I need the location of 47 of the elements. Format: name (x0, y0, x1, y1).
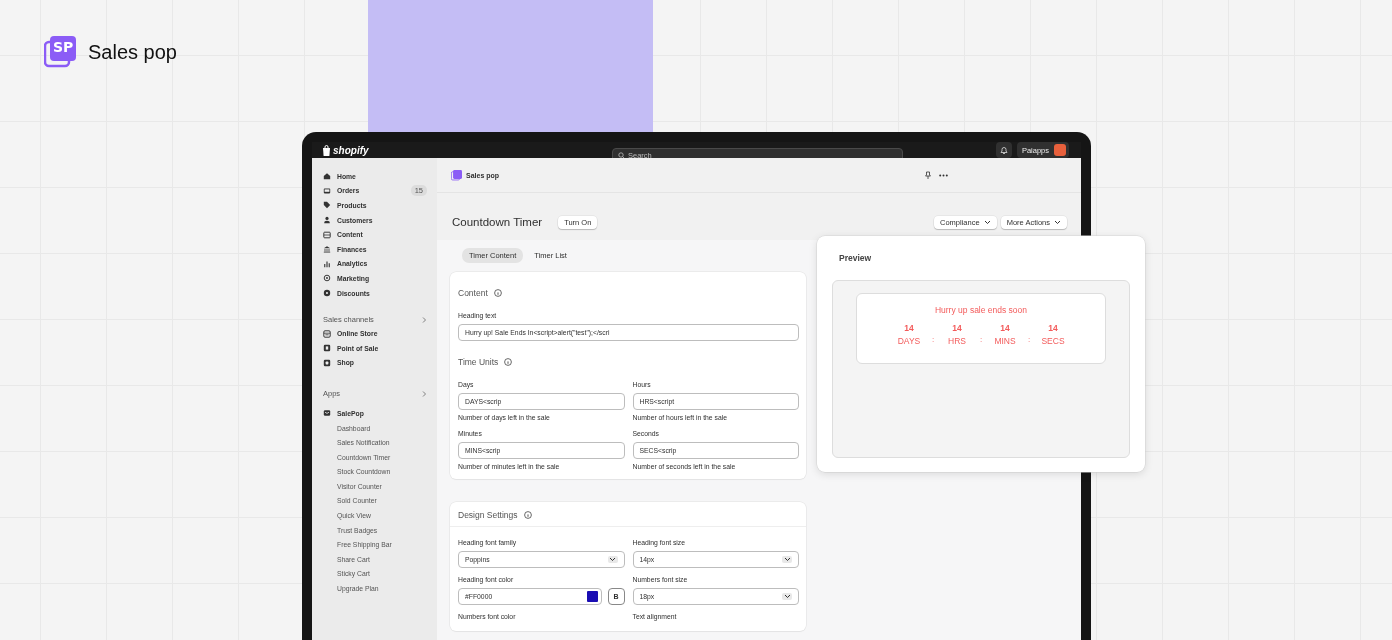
target-icon (323, 274, 331, 283)
preview-title: Preview (839, 253, 873, 263)
section-title: Time Units (458, 357, 499, 367)
chevron-down-icon (783, 594, 791, 599)
section-title: Design Settings (458, 510, 518, 520)
app-icon (323, 409, 331, 418)
timer-separator: : (930, 334, 936, 346)
chevron-right-icon (422, 390, 427, 397)
timer-unit-label: DAYS (897, 336, 921, 346)
info-icon (493, 289, 502, 297)
info-icon (504, 358, 513, 366)
notifications-button[interactable] (995, 142, 1012, 158)
chevron-down-icon (783, 557, 791, 562)
person-icon (323, 216, 331, 225)
chevron-down-icon (1054, 219, 1061, 225)
tag-icon (323, 201, 331, 210)
sales-pop-logo: SP (44, 36, 76, 68)
timer-number: 14 (1000, 323, 1010, 333)
timer-unit-label: SECS (1041, 336, 1065, 346)
more-icon[interactable] (939, 173, 948, 177)
timer-number: 14 (952, 323, 962, 333)
bank-icon (323, 245, 331, 254)
brand-name: Sales pop (88, 40, 177, 64)
timer-heading: Hurry up sale ends soon (933, 305, 1029, 315)
shopify-logo: shopify (322, 144, 369, 156)
bar-chart-icon (323, 259, 331, 268)
chevron-down-icon (983, 219, 991, 225)
info-icon (523, 511, 532, 519)
color-swatch[interactable] (586, 591, 598, 602)
pin-icon[interactable] (925, 171, 931, 179)
tray-icon (323, 186, 331, 195)
timer-separator: : (978, 334, 984, 346)
timer-separator: : (1026, 334, 1032, 346)
home-icon (323, 172, 331, 181)
timer-number: 14 (904, 323, 914, 333)
chevron-right-icon (422, 316, 427, 323)
timer-unit-label: MINS (994, 336, 1016, 346)
timer-number: 14 (1048, 323, 1058, 333)
page-title: Countdown Timer (452, 216, 543, 228)
section-title: Content (458, 288, 488, 298)
chevron-down-icon (609, 557, 616, 562)
store-avatar (1054, 144, 1066, 156)
timer-unit-label: HRS (948, 336, 966, 346)
bell-icon (999, 145, 1008, 155)
content-icon (323, 230, 331, 239)
search-icon (618, 152, 625, 159)
app-logo-icon (451, 169, 462, 181)
